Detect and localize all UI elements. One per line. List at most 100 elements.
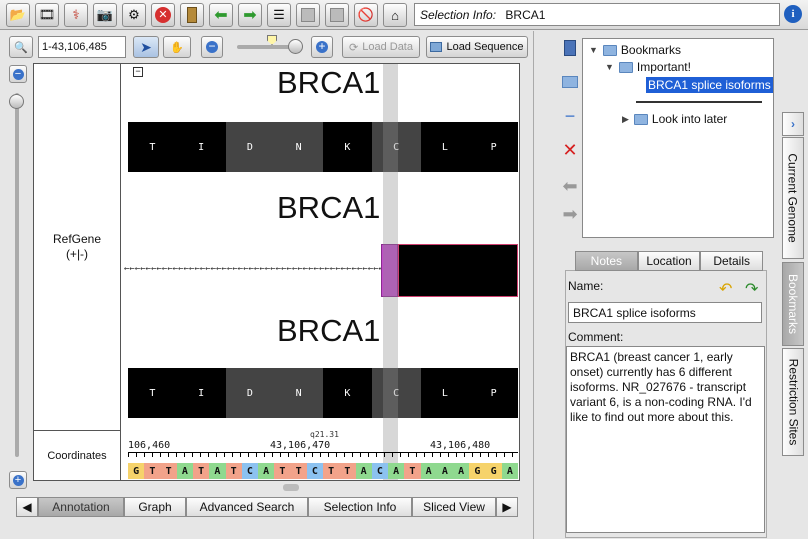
tree-node-look-later[interactable]: ▶ Look into later [622,112,727,126]
tab-label: Restriction Sites [786,358,801,446]
load-data-button[interactable]: ⟳ Load Data [342,36,420,58]
stop-icon[interactable]: ✕ [151,3,175,27]
nucleotide: T [404,463,421,479]
selection-info-field[interactable]: Selection Info: BRCA1 [414,3,780,26]
open-folder-icon[interactable]: 📂 [6,3,30,27]
nucleotide: T [290,463,307,479]
no-plugin-icon[interactable]: 🚫 [354,3,378,27]
bookmark-comment-textarea[interactable]: BRCA1 (breast cancer 1, early onset) cur… [566,346,765,533]
nucleotide: G [469,463,486,479]
selection-highlight [383,64,398,480]
delete-icon[interactable]: ✕ [560,140,580,160]
search-icon[interactable]: 🔍 [9,36,33,58]
bookmark-name-input[interactable]: BRCA1 splice isoforms [568,302,762,323]
amino-acid: T [128,368,177,418]
camera-icon[interactable]: 📷 [93,3,117,27]
dna-icon[interactable]: ⚕ [64,3,88,27]
tree-node-label: Important! [636,60,691,74]
tab-scroll-right-icon[interactable]: ▶ [496,497,518,517]
load-data-label: Load Data [362,41,413,53]
amino-acid-row: T I D N K C L P [128,368,518,418]
nucleotide: T [274,463,291,479]
amino-acid: L [420,122,470,172]
nucleotide: G [128,463,145,479]
tab-annotation[interactable]: Annotation [38,497,124,517]
load-sequence-button[interactable]: Load Sequence [426,36,528,58]
tab-label: Bookmarks [786,273,800,335]
tab-graph[interactable]: Graph [124,497,186,517]
gear-icon[interactable]: ⚙ [122,3,146,27]
ruler-ticks [128,452,518,457]
tab-details[interactable]: Details [700,251,764,271]
tab-restriction-sites[interactable]: Restriction Sites [782,348,804,456]
forward-arrow-icon[interactable]: ➡ [238,3,262,27]
gene-name-label: BRCA1 [277,190,381,225]
tab-location[interactable]: Location [637,251,701,271]
amino-acid: P [469,122,518,172]
vertical-zoom-in-icon[interactable]: + [9,471,27,489]
exon-block[interactable] [398,244,518,297]
nucleotide: C [241,463,258,479]
amino-acid-row: T I D N K C L P [128,122,518,172]
amino-acid: L [420,368,470,418]
expand-triangle-icon[interactable]: ▼ [605,62,614,72]
collapse-panel-icon[interactable]: › [782,112,804,136]
panel-icon[interactable] [296,3,320,27]
amino-acid: D [225,122,275,172]
undo-icon[interactable]: ↶ [719,279,732,299]
list-icon[interactable]: ☰ [267,3,291,27]
nucleotide: T [339,463,356,479]
intron-line: ←←←←←←←←←←←←←←←←←←←←←←←←←←←←←←←←←←←←←←←←… [124,264,382,274]
film-icon[interactable]: 🎞 [35,3,59,27]
cytoband-label: q21.31 [310,430,339,439]
back-arrow-icon[interactable]: ⬅ [209,3,233,27]
home-icon[interactable]: ⌂ [383,3,407,27]
book-icon[interactable] [180,3,204,27]
move-left-icon[interactable]: ⬅ [560,176,580,196]
new-folder-icon[interactable] [560,72,580,92]
zoom-out-icon[interactable]: − [201,36,223,58]
redo-icon[interactable]: ↷ [745,279,758,299]
move-right-icon[interactable]: ➡ [560,204,580,224]
vertical-zoom-slider[interactable] [15,93,19,457]
tree-node-bookmark[interactable]: BRCA1 splice isoforms [646,77,773,93]
folder-icon [618,61,633,73]
square-icon[interactable] [325,3,349,27]
collapsed-triangle-icon[interactable]: ▶ [622,114,629,125]
tab-bookmarks[interactable]: Bookmarks [782,262,804,346]
info-icon[interactable]: i [784,5,802,23]
tab-notes[interactable]: Notes [575,251,638,271]
track-name: RefGene [52,232,102,246]
tree-node-important[interactable]: ▼ Important! [605,60,691,74]
amino-acid: D [225,368,275,418]
collapse-toggle-icon[interactable]: − [133,67,143,77]
tree-node-root[interactable]: ▼ Bookmarks [589,43,681,57]
tab-current-genome[interactable]: Current Genome [782,137,804,259]
pan-hand-icon[interactable]: ✋ [163,36,191,58]
remove-icon[interactable]: − [560,106,580,126]
tab-scroll-left-icon[interactable]: ◀ [16,497,38,517]
zoom-slider-knob[interactable] [288,39,303,54]
zoom-in-icon[interactable]: + [311,36,333,58]
selection-info-label: Selection Info: [420,8,497,22]
select-pointer-icon[interactable]: ➤ [133,36,159,58]
vertical-zoom-knob[interactable] [9,94,24,109]
bottom-tab-bar: ◀ Annotation Graph Advanced Search Selec… [16,497,524,519]
tab-advanced-search[interactable]: Advanced Search [186,497,308,517]
nucleotide: A [420,463,437,479]
sequence-row: GTTATATCATTCTTACATAAAGGA [128,463,518,479]
track-label: RefGene (+|-) [33,63,121,431]
expand-triangle-icon[interactable]: ▼ [589,45,598,55]
vertical-zoom-out-icon[interactable]: − [9,65,27,83]
nucleotide: T [193,463,210,479]
amino-acid: N [274,368,323,418]
tree-node-label: Look into later [651,112,728,126]
tab-selection-info[interactable]: Selection Info [308,497,412,517]
coordinate-input[interactable]: 1-43,106,485 [38,36,126,58]
horizontal-scroll-handle[interactable] [283,484,299,491]
bookmark-book-icon[interactable] [560,38,580,58]
main-toolbar: 📂 🎞 ⚕ 📷 ⚙ ✕ ⬅ ➡ ☰ 🚫 ⌂ Selection Info: BR… [0,0,808,30]
tab-sliced-view[interactable]: Sliced View [412,497,496,517]
nucleotide: T [225,463,242,479]
nucleotide: A [176,463,193,479]
